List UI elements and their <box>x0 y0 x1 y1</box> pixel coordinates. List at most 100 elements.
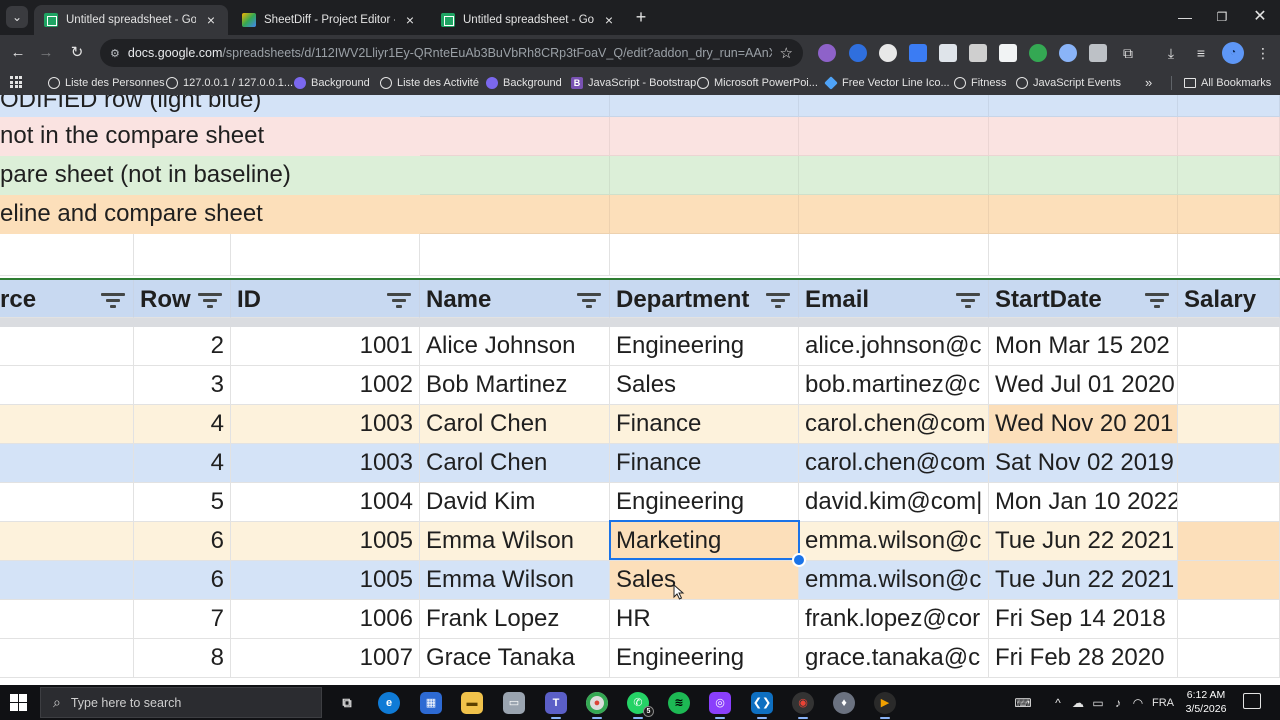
legend-cell[interactable] <box>610 117 799 156</box>
profile-avatar[interactable]: ◔ <box>1222 42 1244 64</box>
legend-cell[interactable] <box>1178 156 1280 195</box>
table-cell[interactable]: Tue Jun 22 2021 <box>989 561 1178 600</box>
table-cell[interactable]: 4 <box>134 405 231 444</box>
language-indicator[interactable]: FRA <box>1150 692 1176 714</box>
browser-tab-1[interactable]: Untitled spreadsheet - Google S × <box>34 5 228 35</box>
url-text[interactable]: docs.google.com/spreadsheets/d/112IWV2Ll… <box>128 46 772 60</box>
header-cell[interactable]: Email <box>799 280 989 318</box>
all-bookmarks-button[interactable]: All Bookmarks <box>1184 73 1271 93</box>
media-player-icon[interactable]: ▶ <box>874 692 896 719</box>
filter-icon[interactable] <box>198 293 222 309</box>
restore-button[interactable]: ❐ <box>1205 4 1239 30</box>
close-icon[interactable]: × <box>403 12 417 28</box>
legend-cell[interactable] <box>1178 95 1280 117</box>
table-cell[interactable] <box>0 405 134 444</box>
browser-tab-2[interactable]: SheetDiff - Project Editor - App × <box>232 5 427 35</box>
table-cell[interactable]: David Kim <box>420 483 610 522</box>
frozen-row-divider[interactable] <box>0 318 1280 327</box>
legend-cell[interactable] <box>420 117 610 156</box>
table-cell[interactable]: Engineering <box>610 327 799 366</box>
bookmark-item[interactable]: Free Vector Line Ico... <box>824 73 950 93</box>
table-cell[interactable]: Wed Nov 20 201 <box>989 405 1178 444</box>
store-icon[interactable]: ▦ <box>420 692 442 714</box>
minimize-button[interactable]: — <box>1168 4 1202 30</box>
blank-cell[interactable] <box>610 234 799 276</box>
download-icon[interactable]: ⤓ <box>1160 42 1182 64</box>
filter-icon[interactable] <box>956 293 980 309</box>
task-view-icon[interactable]: ⧉ <box>336 692 358 714</box>
header-cell[interactable]: Salary <box>1178 280 1280 318</box>
blank-cell[interactable] <box>799 234 989 276</box>
table-cell[interactable]: Bob Martinez <box>420 366 610 405</box>
table-cell[interactable]: 3 <box>134 366 231 405</box>
volume-icon[interactable]: ♪ <box>1110 692 1126 714</box>
extension-icon[interactable] <box>879 44 897 62</box>
legend-cell[interactable] <box>799 156 989 195</box>
table-cell[interactable] <box>1178 600 1280 639</box>
bookmark-item[interactable]: JavaScript Events <box>1016 73 1121 93</box>
table-cell[interactable]: alice.johnson@c <box>799 327 989 366</box>
bookmark-item[interactable]: Background <box>294 73 370 93</box>
table-cell[interactable]: emma.wilson@c <box>799 522 989 561</box>
blank-cell[interactable] <box>1178 234 1280 276</box>
header-cell[interactable]: Name <box>420 280 610 318</box>
spotify-icon[interactable]: ≋ <box>668 692 690 714</box>
table-cell[interactable]: 8 <box>134 639 231 678</box>
close-icon[interactable]: × <box>602 12 616 28</box>
bookmark-star-icon[interactable]: ☆ <box>780 44 793 62</box>
apps-grid-icon[interactable] <box>10 76 22 88</box>
table-cell[interactable]: HR <box>610 600 799 639</box>
table-cell[interactable] <box>1178 639 1280 678</box>
legend-cell[interactable] <box>989 95 1178 117</box>
table-cell[interactable] <box>0 600 134 639</box>
table-cell[interactable] <box>0 366 134 405</box>
table-cell[interactable]: Tue Jun 22 2021 <box>989 522 1178 561</box>
tab-search-button[interactable]: ⌄ <box>6 6 28 28</box>
notification-center-icon[interactable] <box>1243 693 1261 709</box>
blank-row[interactable] <box>0 234 1280 276</box>
app-icon[interactable]: ◎ <box>709 692 731 719</box>
network-icon[interactable]: ☁ <box>1070 692 1086 714</box>
legend-cell[interactable] <box>1178 117 1280 156</box>
spreadsheet-grid[interactable]: ODIFIED row (light blue) not in the comp… <box>0 95 1280 685</box>
address-bar[interactable]: ⚙ docs.google.com/spreadsheets/d/112IWV2… <box>100 39 803 67</box>
table-cell[interactable]: Sat Nov 02 2019 <box>989 444 1178 483</box>
filter-icon[interactable] <box>766 293 790 309</box>
table-cell[interactable]: 6 <box>134 561 231 600</box>
back-button[interactable]: ← <box>5 40 31 66</box>
more-bookmarks-button[interactable]: » <box>1145 73 1152 93</box>
table-cell[interactable]: 1003 <box>231 405 420 444</box>
extension-icon[interactable] <box>849 44 867 62</box>
blank-cell[interactable] <box>0 234 134 276</box>
legend-cell[interactable] <box>799 95 989 117</box>
close-window-button[interactable]: ✕ <box>1243 4 1277 30</box>
legend-cell[interactable] <box>989 156 1178 195</box>
table-cell[interactable]: 4 <box>134 444 231 483</box>
app-icon[interactable]: ♦ <box>833 692 855 714</box>
close-icon[interactable]: × <box>204 12 218 28</box>
table-cell[interactable]: Wed Jul 01 2020 <box>989 366 1178 405</box>
blank-cell[interactable] <box>134 234 231 276</box>
table-cell[interactable]: Alice Johnson <box>420 327 610 366</box>
table-cell[interactable]: 1002 <box>231 366 420 405</box>
table-cell[interactable]: Fri Feb 28 2020 <box>989 639 1178 678</box>
new-tab-button[interactable]: + <box>631 6 651 28</box>
table-cell[interactable]: 1007 <box>231 639 420 678</box>
table-cell[interactable]: 5 <box>134 483 231 522</box>
extension-icon[interactable] <box>1089 44 1107 62</box>
whatsapp-icon[interactable]: ✆ 5 <box>627 692 654 719</box>
header-cell[interactable]: StartDate <box>989 280 1178 318</box>
table-cell[interactable]: frank.lopez@cor <box>799 600 989 639</box>
system-clock[interactable]: 6:12 AM 3/5/2026 <box>1178 688 1234 716</box>
table-cell[interactable]: 1003 <box>231 444 420 483</box>
browser-tab-3[interactable]: Untitled spreadsheet - Google S × <box>431 5 626 35</box>
legend-cell[interactable] <box>420 195 610 234</box>
legend-cell[interactable] <box>989 195 1178 234</box>
wifi-icon[interactable]: ◠ <box>1130 692 1146 714</box>
header-cell[interactable]: ID <box>231 280 420 318</box>
blank-cell[interactable] <box>989 234 1178 276</box>
bookmark-item[interactable]: Liste des Activité <box>380 73 479 93</box>
table-cell[interactable] <box>0 561 134 600</box>
legend-cell[interactable] <box>610 156 799 195</box>
table-cell[interactable]: 1004 <box>231 483 420 522</box>
